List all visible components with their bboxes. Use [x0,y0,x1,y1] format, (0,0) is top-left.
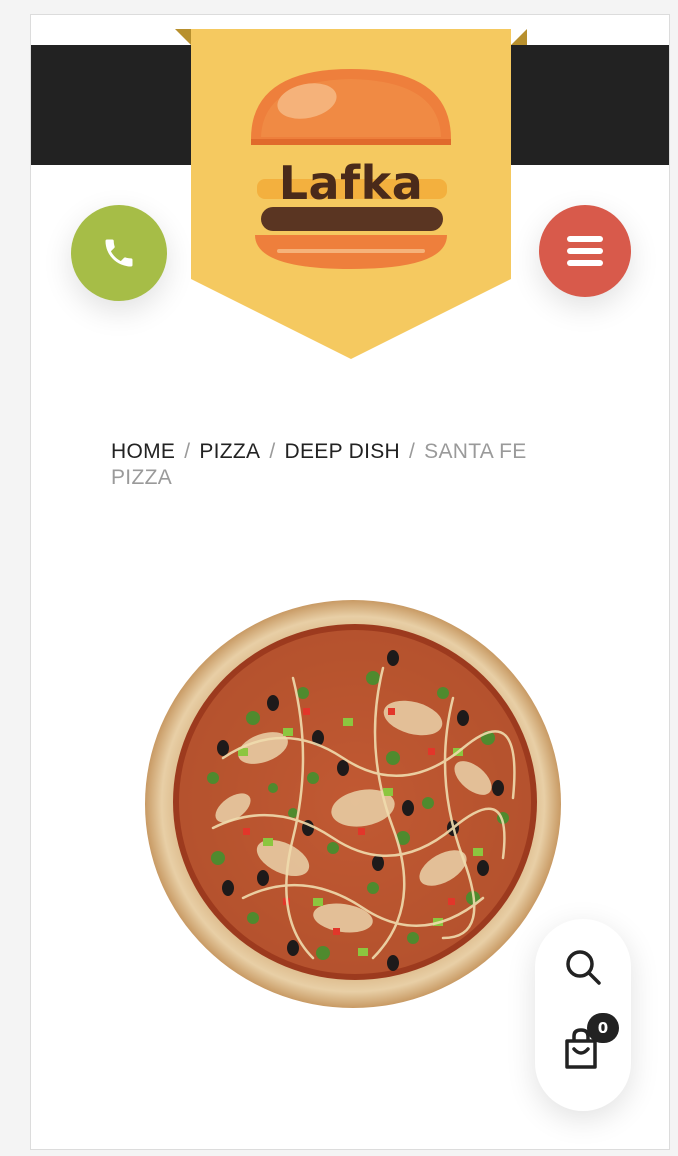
breadcrumb-link-home[interactable]: HOME [111,440,175,463]
floating-action-panel: 0 [535,919,631,1111]
breadcrumb-separator: / [184,440,191,463]
product-image[interactable] [143,598,563,1015]
logo-wordmark: Lafka [278,156,424,210]
search-icon [566,950,601,985]
santa-fe-pizza-image [145,600,561,1008]
breadcrumb: HOME / PIZZA / DEEP DISH / SANTA FE PIZZA [111,439,571,491]
phone-icon [105,239,133,267]
page-frame: Lafka HOME / PIZZA / DEEP DISH / SANTA FE PIZZ… [30,14,670,1150]
logo-ribbon-fold-left [175,29,191,45]
breadcrumb-link-pizza[interactable]: PIZZA [199,440,260,463]
breadcrumb-link-deep-dish[interactable]: DEEP DISH [285,440,401,463]
breadcrumb-separator: / [269,440,276,463]
phone-button[interactable] [71,205,167,301]
site-logo[interactable]: Lafka [191,29,511,359]
logo-ribbon-fold-right [511,29,527,45]
breadcrumb-separator: / [409,440,416,463]
search-button[interactable] [561,945,605,989]
cart-count-badge: 0 [587,1013,619,1043]
hamburger-menu-icon [567,236,603,266]
menu-button[interactable] [539,205,631,297]
